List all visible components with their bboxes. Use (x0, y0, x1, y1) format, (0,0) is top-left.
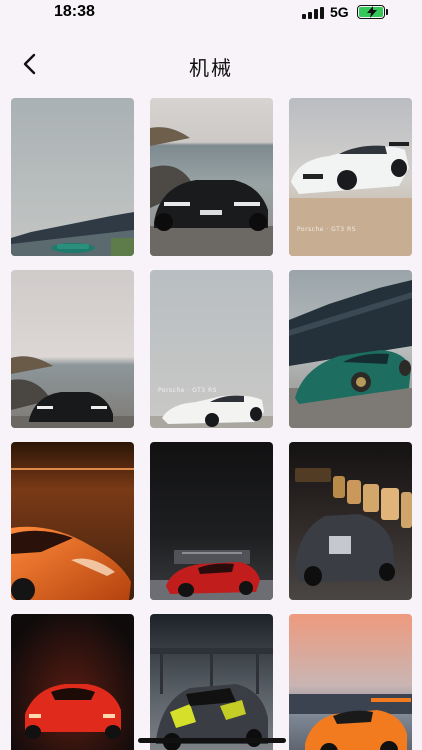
wallpaper-grid: Porsche · GT3 RS Porsche · GT3 RS (11, 98, 412, 750)
wallpaper-tile-green-supercar-closeup[interactable] (289, 270, 412, 428)
wallpaper-tile-green-supercar-dock[interactable] (11, 98, 134, 256)
battery-icon (357, 5, 385, 19)
wallpaper-tile-orange-koenigsegg[interactable] (289, 614, 412, 750)
wallpaper-tile-porsche-gray[interactable]: Porsche · GT3 RS (150, 270, 273, 428)
wallpaper-tile-red-lamborghini-garage[interactable] (150, 442, 273, 600)
battery-cap (386, 9, 388, 15)
charging-bolt-icon (367, 6, 377, 18)
wallpaper-tile-porsche-beach[interactable]: Porsche · GT3 RS (289, 98, 412, 256)
wallpaper-tile-rolls-royce-cellar[interactable] (289, 442, 412, 600)
page-title: 机械 (189, 58, 233, 80)
wallpaper-tile-red-ferrari[interactable] (11, 614, 134, 750)
signal-icon (302, 7, 324, 19)
header: 机械 (0, 44, 422, 84)
wallpaper-caption: Porsche · GT3 RS (297, 226, 356, 233)
wallpaper-tile-audi-coast[interactable] (150, 98, 273, 256)
wallpaper-caption: Porsche · GT3 RS (158, 387, 217, 394)
wallpaper-tile-audi-coast-wide[interactable] (11, 270, 134, 428)
wallpaper-tile-orange-mclaren[interactable] (11, 442, 134, 600)
wallpaper-tile-camo-golf-gti[interactable] (150, 614, 273, 750)
status-time: 18:38 (54, 3, 95, 20)
home-indicator[interactable] (138, 738, 286, 743)
network-label: 5G (330, 4, 349, 20)
status-bar: 18:38 5G (0, 0, 422, 26)
